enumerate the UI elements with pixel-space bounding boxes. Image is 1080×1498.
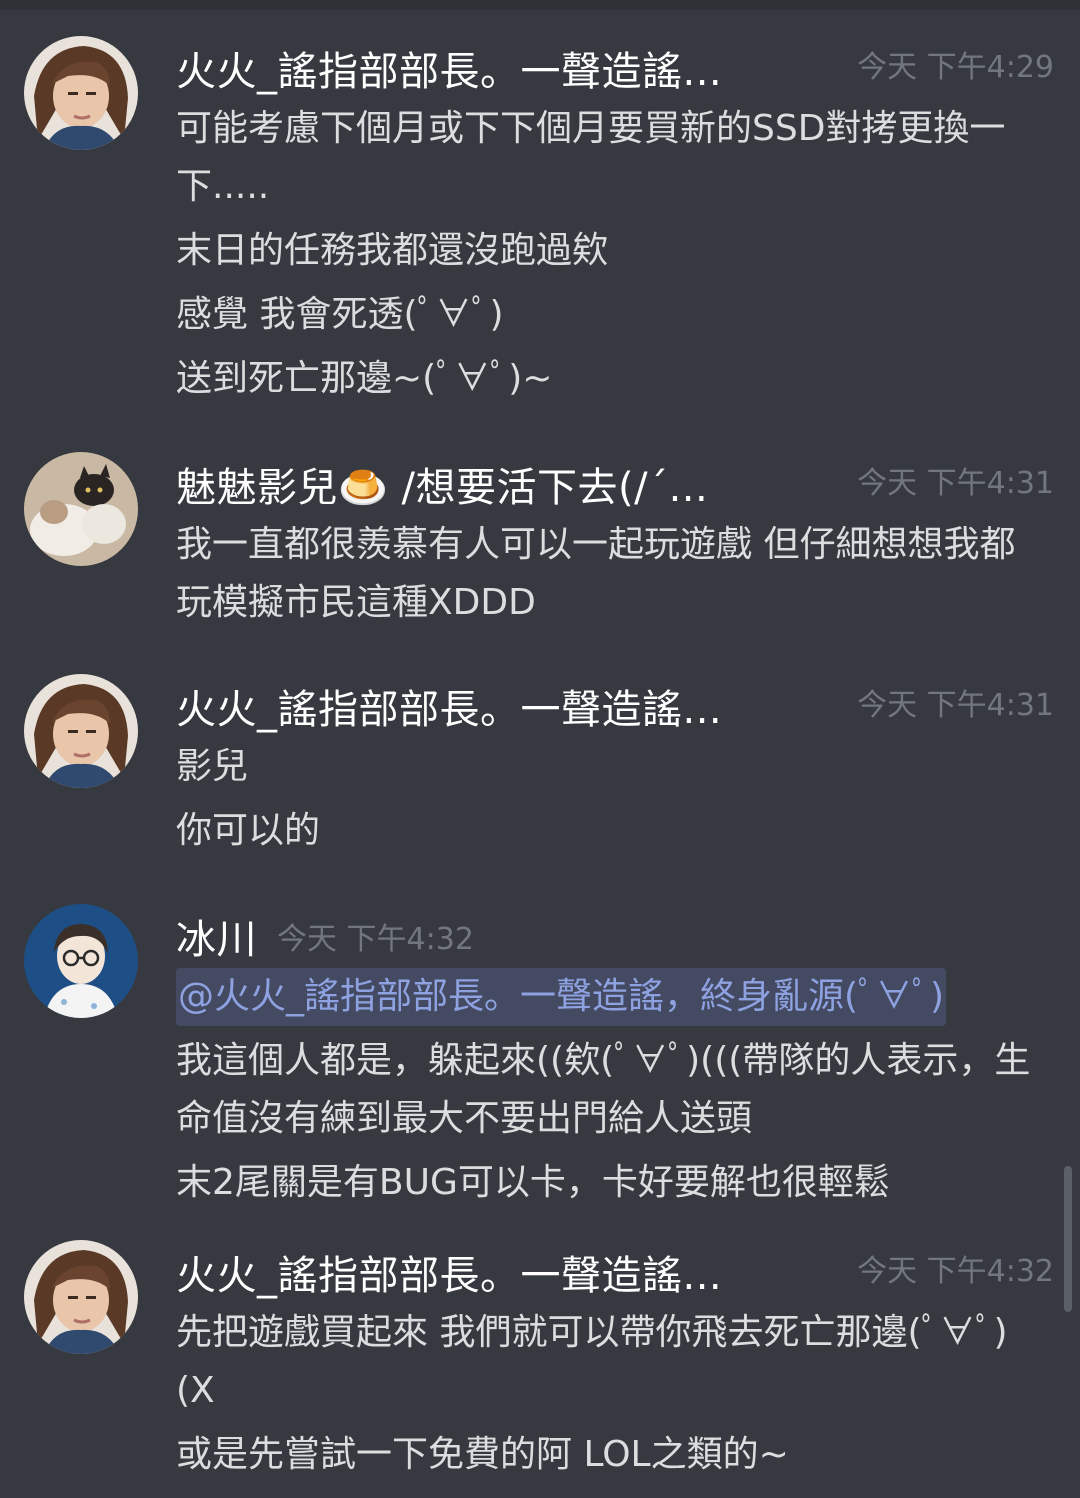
user-avatar-woman-icon[interactable] bbox=[24, 1240, 138, 1354]
message-header: 火火_謠指部部長。一聲造謠... bbox=[176, 1240, 722, 1304]
message-line: 或是先嘗試一下免費的阿 LOL之類的~ bbox=[176, 1434, 789, 1475]
message-line: 末日的任務我都還沒跑過欸 bbox=[176, 230, 609, 271]
username[interactable]: 火火_謠指部部長。一聲造謠... bbox=[176, 1243, 722, 1301]
timestamp: 今天 下午4:29 bbox=[857, 50, 1054, 85]
user-avatar-woman-icon[interactable] bbox=[24, 36, 138, 150]
user-mention[interactable]: @火火_謠指部部長。一聲造謠，終身亂源(ﾟ∀ﾟ) bbox=[176, 968, 947, 1026]
username[interactable]: 火火_謠指部部長。一聲造謠... bbox=[176, 39, 722, 97]
message-header: 冰川 今天 下午4:32 bbox=[176, 904, 474, 968]
message-header: 火火_謠指部部長。一聲造謠... bbox=[176, 36, 722, 100]
message-line: 送到死亡那邊~(ﾟ∀ﾟ)~ bbox=[176, 358, 553, 399]
timestamp: 今天 下午4:32 bbox=[857, 1254, 1054, 1289]
message-line: 先把遊戲買起來 我們就可以帶你飛去死亡那邊(ﾟ∀ﾟ)(X bbox=[176, 1312, 1008, 1411]
message-line: 影兒 bbox=[176, 746, 249, 787]
message-line: 我一直都很羨慕有人可以一起玩遊戲 但仔細想想我都玩模擬市民這種XDDD bbox=[176, 524, 1016, 623]
message-line: 可能考慮下個月或下下個月要買新的SSD對拷更換一下..... bbox=[176, 108, 1006, 207]
message-content: 先把遊戲買起來 我們就可以帶你飛去死亡那邊(ﾟ∀ﾟ)(X 或是先嘗試一下免費的阿… bbox=[176, 1304, 1046, 1490]
user-avatar-cats-icon[interactable] bbox=[24, 452, 138, 566]
user-avatar-cartoon-glasses-icon[interactable] bbox=[24, 904, 138, 1018]
message-line: 我這個人都是，躲起來((欸(ﾟ∀ﾟ)(((帶隊的人表示，生命值沒有練到最大不要出… bbox=[176, 1040, 1031, 1139]
message-line: 感覺 我會死透(ﾟ∀ﾟ) bbox=[176, 294, 504, 335]
timestamp: 今天 下午4:31 bbox=[857, 688, 1054, 723]
username[interactable]: 火火_謠指部部長。一聲造謠... bbox=[176, 677, 722, 735]
message-content: @火火_謠指部部長。一聲造謠，終身亂源(ﾟ∀ﾟ) 我這個人都是，躲起來((欸(ﾟ… bbox=[176, 968, 1046, 1218]
message-header: 火火_謠指部部長。一聲造謠... bbox=[176, 674, 722, 738]
timestamp: 今天 下午4:32 bbox=[277, 922, 474, 957]
scrollbar-thumb[interactable] bbox=[1064, 1166, 1072, 1312]
message-header: 魅魅影兒🍮 /想要活下去(/´... bbox=[176, 452, 708, 516]
message-content: 影兒 你可以的 bbox=[176, 738, 1046, 866]
message-content: 我一直都很羨慕有人可以一起玩遊戲 但仔細想想我都玩模擬市民這種XDDD bbox=[176, 516, 1046, 638]
channel-header-edge bbox=[0, 0, 1080, 10]
message-line: 末2尾關是有BUG可以卡，卡好要解也很輕鬆 bbox=[176, 1162, 890, 1203]
message-line: @火火_謠指部部長。一聲造謠，終身亂源(ﾟ∀ﾟ) bbox=[176, 968, 1046, 1026]
message-line: 你可以的 bbox=[176, 810, 321, 851]
message-content: 可能考慮下個月或下下個月要買新的SSD對拷更換一下..... 末日的任務我都還沒… bbox=[176, 100, 1046, 414]
username[interactable]: 冰川 bbox=[176, 907, 257, 965]
user-avatar-woman-icon[interactable] bbox=[24, 674, 138, 788]
username[interactable]: 魅魅影兒🍮 /想要活下去(/´... bbox=[176, 455, 708, 513]
timestamp: 今天 下午4:31 bbox=[857, 466, 1054, 501]
